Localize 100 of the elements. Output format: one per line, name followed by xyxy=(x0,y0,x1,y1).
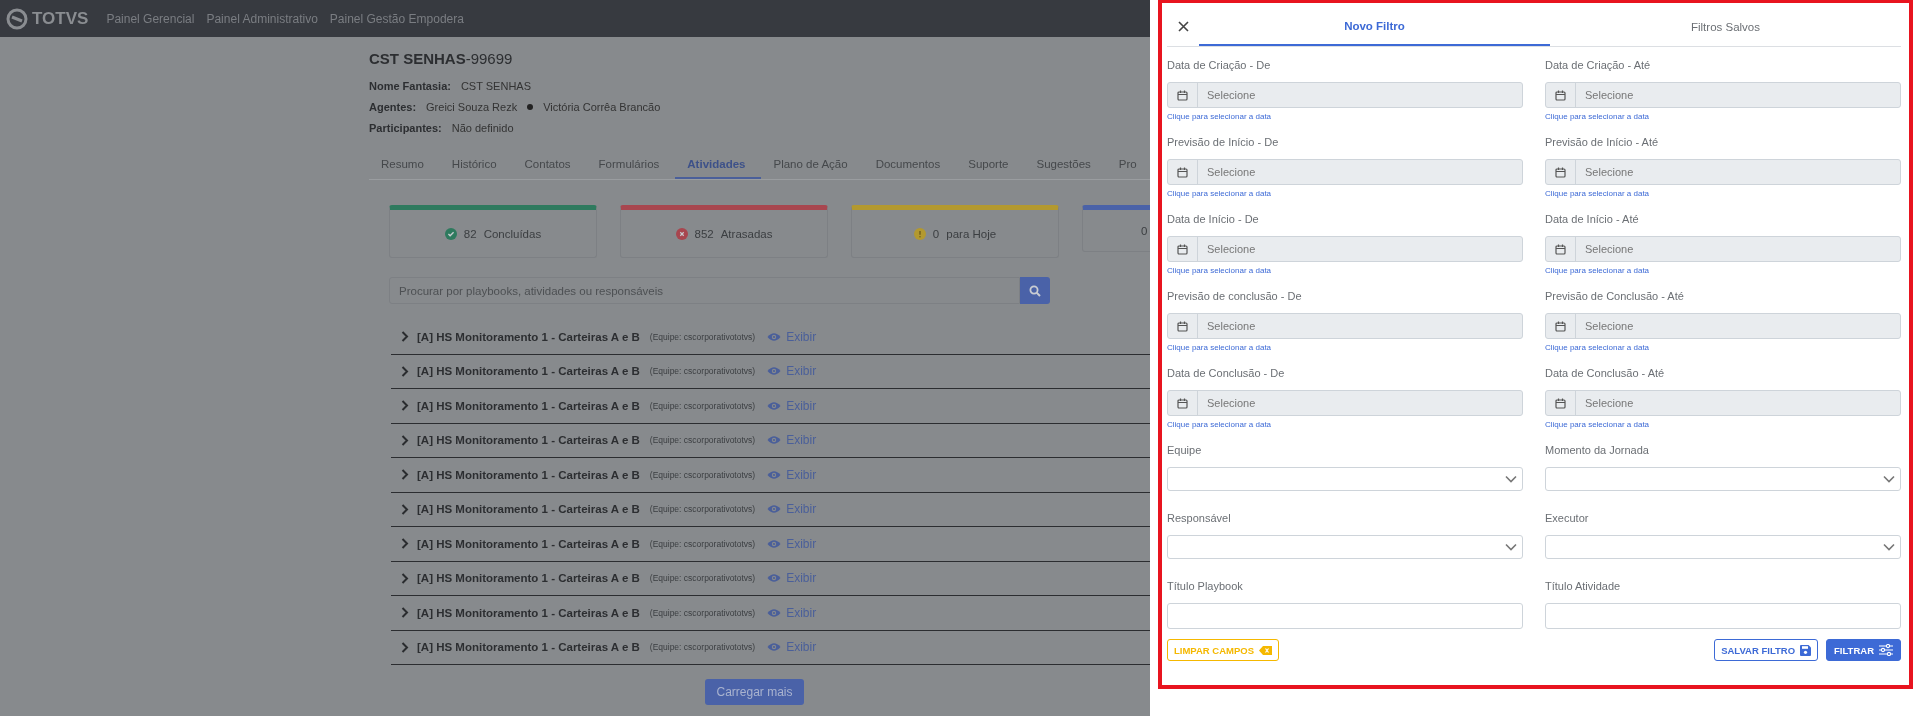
filter-tab[interactable]: Filtros Salvos xyxy=(1550,7,1901,46)
view-link[interactable]: Exibir xyxy=(767,467,817,482)
tab[interactable]: Histórico xyxy=(439,148,513,179)
logo-icon xyxy=(6,7,28,30)
chevron-right-icon[interactable] xyxy=(401,503,409,515)
field-label: Previsão de conclusão - De xyxy=(1167,290,1303,304)
date-field[interactable]: Selecione xyxy=(1545,159,1901,185)
detail-value: CST SENHAS xyxy=(460,79,531,92)
nav-link[interactable]: Painel Administrativo xyxy=(206,11,318,26)
field-label: Data de Conclusão - Até xyxy=(1545,367,1666,381)
field-label: Responsável xyxy=(1167,512,1232,526)
search-button[interactable] xyxy=(1020,277,1050,304)
search-icon xyxy=(1029,284,1041,297)
calendar-icon xyxy=(1177,320,1188,332)
chevron-right-icon[interactable] xyxy=(401,434,409,446)
tab[interactable]: Contatos xyxy=(512,148,587,179)
logo-text[interactable]: TOTVS xyxy=(32,8,89,29)
text-field[interactable] xyxy=(1545,603,1901,629)
chevron-right-icon[interactable] xyxy=(401,365,409,377)
playbook-team: (Equipe: cscorporativototvs) xyxy=(649,504,756,515)
view-link[interactable]: Exibir xyxy=(767,571,817,586)
chevron-down-icon xyxy=(1883,543,1895,551)
chevron-right-icon[interactable] xyxy=(401,641,409,653)
load-more-button[interactable]: Carregar mais xyxy=(705,679,804,705)
calendar-icon xyxy=(1555,89,1566,101)
text-field[interactable] xyxy=(1167,603,1523,629)
date-field[interactable]: Selecione xyxy=(1167,390,1523,416)
view-link[interactable]: Exibir xyxy=(767,536,817,551)
date-field[interactable]: Selecione xyxy=(1167,313,1523,339)
tab[interactable]: Atividades xyxy=(675,148,762,179)
calendar-icon xyxy=(1555,397,1566,409)
select-field[interactable] xyxy=(1167,467,1523,491)
calendar-icon xyxy=(1177,243,1188,255)
date-field[interactable]: Selecione xyxy=(1167,236,1523,262)
chevron-right-icon[interactable] xyxy=(401,469,409,481)
field-label: Data de Início - De xyxy=(1167,213,1260,227)
filter-button[interactable]: FILTRAR xyxy=(1826,639,1901,661)
chevron-right-icon[interactable] xyxy=(401,538,409,550)
select-field[interactable] xyxy=(1545,535,1901,559)
date-field[interactable]: Selecione xyxy=(1545,313,1901,339)
backspace-icon xyxy=(1259,645,1273,655)
field-label: Equipe xyxy=(1167,444,1203,458)
clear-fields-button[interactable]: LIMPAR CAMPOS xyxy=(1167,639,1280,661)
view-link[interactable]: Exibir xyxy=(767,640,817,655)
sliders-icon xyxy=(1879,644,1893,656)
tab[interactable]: Sugestões xyxy=(1024,148,1107,179)
playbook-team: (Equipe: cscorporativototvs) xyxy=(649,607,756,618)
chevron-right-icon[interactable] xyxy=(401,331,409,343)
chevron-right-icon[interactable] xyxy=(401,607,409,619)
alert-circle-icon xyxy=(913,227,926,240)
save-filter-button[interactable]: SALVAR FILTRO xyxy=(1714,639,1819,661)
eye-icon xyxy=(767,607,782,618)
date-field[interactable]: Selecione xyxy=(1167,159,1523,185)
tab[interactable]: Resumo xyxy=(369,148,440,179)
tab[interactable]: Plano de Ação xyxy=(761,148,864,179)
tab[interactable]: Formulários xyxy=(586,148,676,179)
detail-value: Não definido xyxy=(451,121,514,134)
stat-value: 0 xyxy=(932,227,940,240)
nav-link[interactable]: Painel Gerencial xyxy=(106,11,195,26)
view-link[interactable]: Exibir xyxy=(767,398,817,413)
stat-label: Concluídas xyxy=(483,227,542,240)
close-icon[interactable] xyxy=(1178,21,1189,32)
playbook-title: [A] HS Monitoramento 1 - Carteiras A e B xyxy=(417,365,640,378)
view-link[interactable]: Exibir xyxy=(767,433,817,448)
playbook-title: [A] HS Monitoramento 1 - Carteiras A e B xyxy=(417,537,640,550)
filter-tab[interactable]: Novo Filtro xyxy=(1199,7,1550,46)
search-field[interactable]: Procurar por playbooks, atividades ou responsáveis xyxy=(389,277,1020,304)
field-hint: Clique para selecionar a data xyxy=(1167,111,1273,123)
field-hint: Clique para selecionar a data xyxy=(1167,342,1273,354)
tab[interactable]: Documentos xyxy=(863,148,957,179)
date-field[interactable]: Selecione xyxy=(1167,82,1523,108)
chevron-right-icon[interactable] xyxy=(401,400,409,412)
view-link[interactable]: Exibir xyxy=(767,364,817,379)
date-field[interactable]: Selecione xyxy=(1545,236,1901,262)
field-label: Previsão de Início - Até xyxy=(1545,136,1660,150)
chevron-right-icon[interactable] xyxy=(401,572,409,584)
select-field[interactable] xyxy=(1167,535,1523,559)
select-field[interactable] xyxy=(1545,467,1901,491)
playbook-team: (Equipe: cscorporativototvs) xyxy=(649,469,756,480)
stat-label: para Hoje xyxy=(946,227,997,240)
field-hint: Clique para selecionar a data xyxy=(1545,188,1651,200)
eye-icon xyxy=(767,400,782,411)
date-field[interactable]: Selecione xyxy=(1545,390,1901,416)
eye-icon xyxy=(767,469,782,480)
eye-icon xyxy=(767,642,782,653)
nav-link[interactable]: Painel Gestão Empodera xyxy=(329,11,464,26)
eye-icon xyxy=(767,538,782,549)
eye-icon xyxy=(767,435,782,446)
stat-label: Atrasadas xyxy=(720,227,773,240)
stat-value: 0 xyxy=(1141,224,1148,237)
view-link[interactable]: Exibir xyxy=(767,502,817,517)
view-link[interactable]: Exibir xyxy=(767,329,817,344)
view-link[interactable]: Exibir xyxy=(767,605,817,620)
field-label: Título Atividade xyxy=(1545,580,1622,594)
tab[interactable]: Suporte xyxy=(956,148,1025,179)
date-field[interactable]: Selecione xyxy=(1545,82,1901,108)
field-label: Data de Criação - De xyxy=(1167,59,1272,73)
field-hint: Clique para selecionar a data xyxy=(1545,265,1651,277)
field-hint: Clique para selecionar a data xyxy=(1167,188,1273,200)
tab[interactable]: Pro xyxy=(1106,148,1150,179)
